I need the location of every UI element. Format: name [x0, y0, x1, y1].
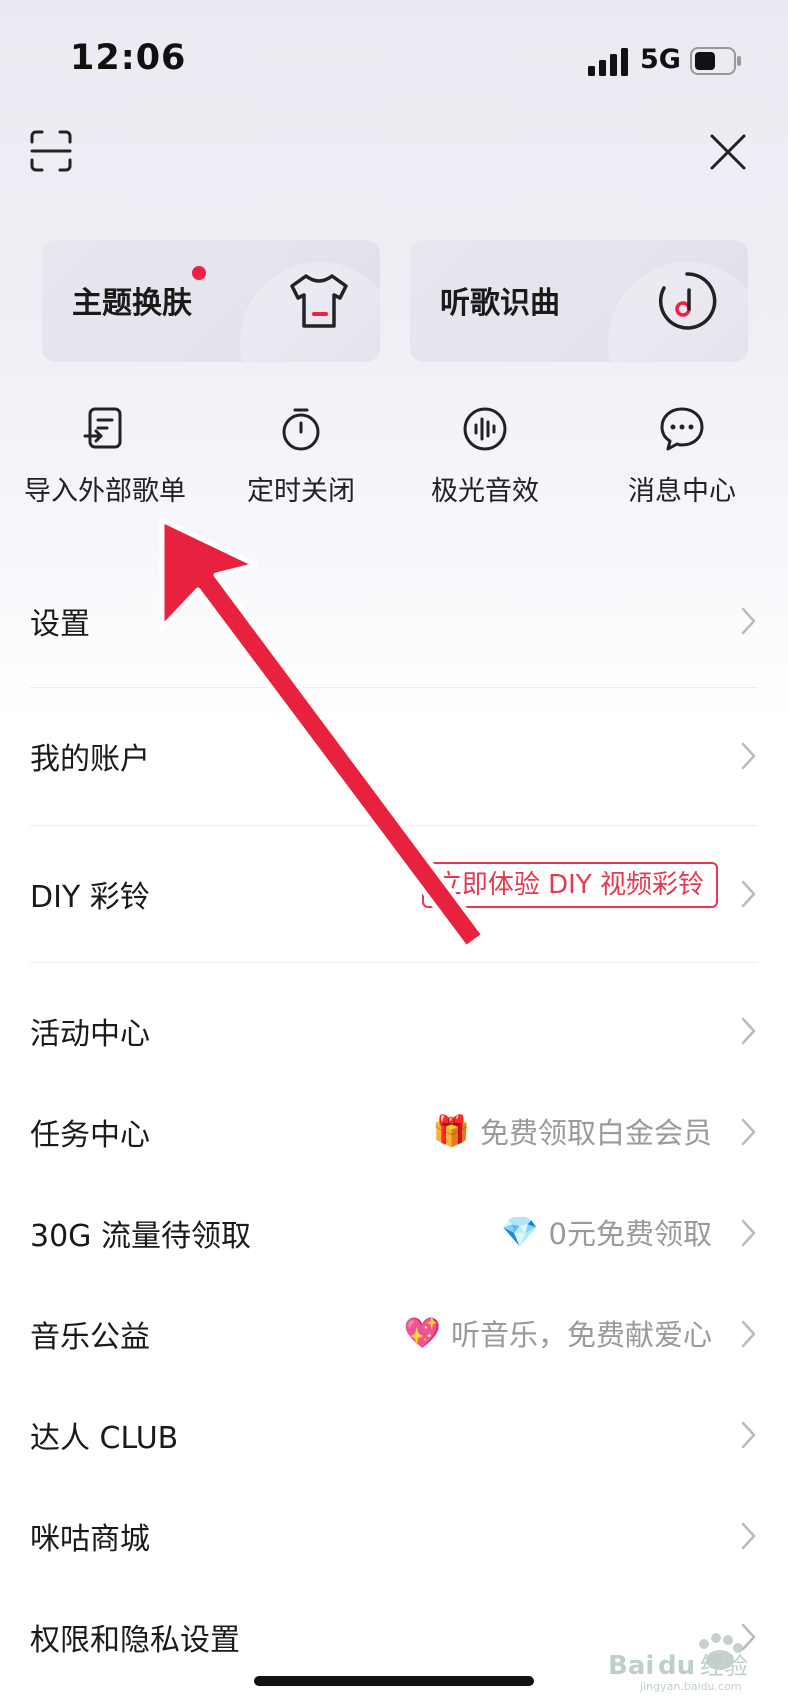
status-bar: 12:06 5G — [0, 0, 788, 120]
gift-icon: 🎁 — [432, 1113, 470, 1149]
card-label: 主题换肤 — [72, 286, 192, 321]
import-playlist-label: 导入外部歌单 — [24, 476, 186, 507]
chevron-right-icon — [741, 1320, 756, 1348]
message-icon — [660, 407, 704, 451]
divider — [30, 825, 758, 826]
menu-label: 设置 — [30, 607, 90, 642]
menu-item-expert-club[interactable]: 达人 CLUB — [30, 1389, 758, 1479]
diamond-icon: 💎 — [501, 1214, 539, 1250]
svg-text:du: du — [658, 1651, 695, 1681]
diy-ringtone-badge[interactable]: 立即体验 DIY 视频彩铃 — [421, 862, 718, 908]
menu-hint-text: 听音乐，免费献爱心 — [450, 1318, 712, 1352]
menu-item-settings[interactable]: 设置 — [30, 575, 758, 665]
menu-label: 达人 CLUB — [30, 1421, 179, 1456]
card-label: 听歌识曲 — [440, 286, 560, 321]
sound-wave-icon — [463, 407, 507, 451]
menu-item-migu-mall[interactable]: 咪咕商城 — [30, 1490, 758, 1580]
menu-hint-text: 0元免费领取 — [548, 1217, 712, 1251]
theme-skin-card[interactable]: 主题换肤 — [42, 240, 380, 362]
chevron-right-icon — [741, 1421, 756, 1449]
menu-item-my-account[interactable]: 我的账户 — [30, 710, 758, 800]
svg-text:Bai: Bai — [608, 1651, 654, 1681]
menu-hint: 💎 0元免费领取 — [501, 1211, 712, 1253]
menu-hint: 🎁 免费领取白金会员 — [433, 1110, 712, 1152]
menu-item-free-data[interactable]: 30G 流量待领取 💎 0元免费领取 — [30, 1187, 758, 1277]
menu-hint-text: 免费领取白金会员 — [479, 1116, 712, 1150]
menu-item-activity-center[interactable]: 活动中心 — [30, 985, 758, 1075]
sound-effect-label: 极光音效 — [431, 476, 539, 507]
divider — [30, 962, 758, 963]
heart-icon: 💖 — [403, 1315, 441, 1351]
svg-text:jingyan.baidu.com: jingyan.baidu.com — [639, 1680, 742, 1693]
menu-label: 30G 流量待领取 — [30, 1219, 251, 1254]
import-playlist-button[interactable]: 导入外部歌单 — [5, 405, 205, 515]
chevron-right-icon — [741, 880, 756, 908]
home-indicator[interactable] — [254, 1676, 534, 1686]
message-center-label: 消息中心 — [628, 476, 736, 507]
signal-icon — [588, 48, 628, 76]
menu-label: 任务中心 — [30, 1118, 150, 1153]
divider — [30, 687, 758, 688]
battery-icon — [690, 47, 741, 75]
notification-dot — [192, 266, 206, 280]
menu-item-music-charity[interactable]: 音乐公益 💖 听音乐，免费献爱心 — [30, 1288, 758, 1378]
menu-item-task-center[interactable]: 任务中心 🎁 免费领取白金会员 — [30, 1086, 758, 1176]
chevron-right-icon — [741, 742, 756, 770]
status-time: 12:06 — [70, 38, 187, 78]
chevron-right-icon — [741, 1219, 756, 1247]
timer-icon — [282, 408, 320, 451]
network-type: 5G — [640, 44, 681, 75]
close-icon[interactable] — [706, 130, 750, 174]
menu-hint: 💖 听音乐，免费献爱心 — [404, 1312, 712, 1354]
svg-text:经验: 经验 — [700, 1652, 748, 1680]
menu-label: 咪咕商城 — [30, 1522, 150, 1557]
timer-close-label: 定时关闭 — [247, 476, 355, 507]
chevron-right-icon — [741, 1522, 756, 1550]
chevron-right-icon — [741, 1118, 756, 1146]
baidu-watermark-logo: Bai du 经验 jingyan.baidu.com — [608, 1633, 748, 1693]
menu-label: 权限和隐私设置 — [30, 1623, 240, 1658]
import-playlist-icon — [83, 407, 122, 449]
menu-label: 我的账户 — [30, 742, 150, 777]
message-center-button[interactable]: 消息中心 — [582, 405, 782, 515]
tshirt-icon — [290, 274, 348, 328]
menu-item-diy-ringtone[interactable]: DIY 彩铃 立即体验 DIY 视频彩铃 — [30, 848, 758, 938]
chevron-right-icon — [741, 607, 756, 635]
menu-label: 活动中心 — [30, 1017, 150, 1052]
sound-effect-button[interactable]: 极光音效 — [385, 405, 585, 515]
timer-close-button[interactable]: 定时关闭 — [201, 405, 401, 515]
scan-icon[interactable] — [30, 130, 72, 172]
chevron-right-icon — [741, 1017, 756, 1045]
song-recognize-card[interactable]: 听歌识曲 — [410, 240, 748, 362]
menu-label: DIY 彩铃 — [30, 880, 150, 915]
menu-label: 音乐公益 — [30, 1320, 150, 1355]
music-recognize-icon — [658, 272, 717, 330]
